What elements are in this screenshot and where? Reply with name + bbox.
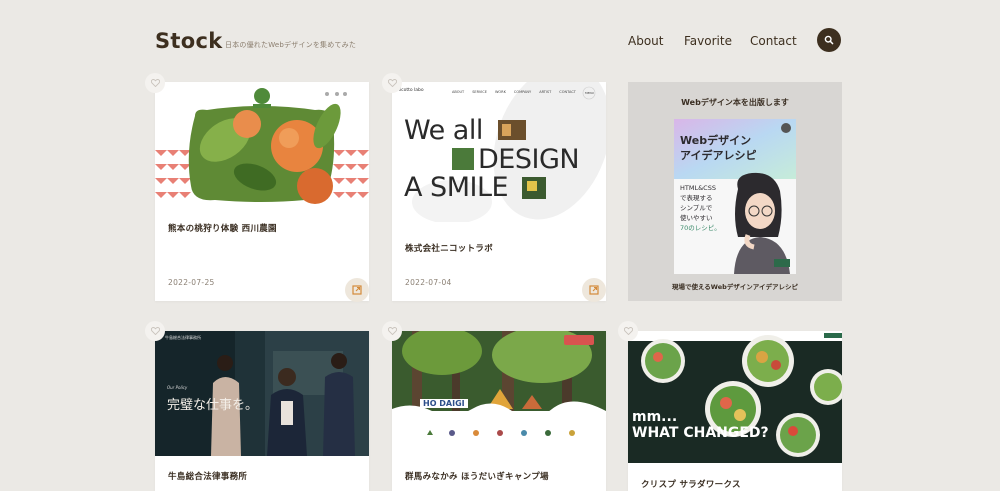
heart-icon <box>623 327 633 335</box>
work-card[interactable]: nicotto labo ABOUT SERVICE WORK COMPANY … <box>392 82 606 302</box>
heart-icon <box>387 327 397 335</box>
promo-footer: 現場で使えるWebデザインアイデアレシピ <box>672 283 798 291</box>
hero-subtext: Our Policy <box>167 385 188 390</box>
external-link-icon <box>352 285 362 295</box>
book-subtitle: 使いやすい <box>680 214 713 222</box>
site-nav-item: ARTIST <box>539 90 552 94</box>
site-logo-text: 牛島総合法律事務所 <box>165 335 201 340</box>
book-subtitle: シンプルで <box>680 204 713 212</box>
heart-icon <box>387 79 397 87</box>
promo-heading: Webデザイン本を出版します <box>681 98 789 107</box>
site-nav-item: ABOUT <box>452 90 465 94</box>
nav-contact[interactable]: Contact <box>750 34 797 48</box>
favorite-button[interactable] <box>382 321 402 341</box>
heart-icon <box>150 327 160 335</box>
hero-text: WHAT CHANGED? <box>632 425 769 441</box>
favorite-button[interactable] <box>145 321 165 341</box>
favorite-button[interactable] <box>382 73 402 93</box>
site-menu: MENU <box>585 91 594 95</box>
work-card[interactable]: 牛島総合法律事務所 Our Policy 完璧な仕事を。 牛島総合法律事務所 <box>155 331 369 491</box>
card-title[interactable]: 群馬みなかみ ほうだいぎキャンプ場 <box>405 470 549 482</box>
work-card[interactable]: 熊本の桃狩り体験 西川農園 2022-07-25 <box>155 82 369 302</box>
site-logo[interactable]: Stock <box>155 29 223 53</box>
card-date: 2022-07-25 <box>168 278 215 287</box>
book-title: Webデザイン <box>680 134 752 147</box>
book-cover[interactable]: Webデザイン アイデアレシピ HTML&CSS で表現する シンプルで 使いや… <box>674 119 796 274</box>
site-tagline: 日本の優れたWebデザインを集めてみた <box>225 41 357 49</box>
favorite-button[interactable] <box>618 321 638 341</box>
hero-line: A SMILE <box>404 172 509 203</box>
hero-text: 完璧な仕事を。 <box>167 398 259 413</box>
work-card[interactable]: mm... WHAT CHANGED? クリスプ サラダワークス <box>628 331 842 491</box>
external-link-button[interactable] <box>582 278 606 302</box>
nav-favorite[interactable]: Favorite <box>684 34 732 48</box>
search-button[interactable] <box>817 28 841 52</box>
card-title[interactable]: 熊本の桃狩り体験 西川農園 <box>168 222 277 234</box>
external-link-icon <box>589 285 599 295</box>
card-thumbnail <box>155 82 369 207</box>
heart-icon <box>150 79 160 87</box>
card-date: 2022-07-04 <box>405 278 452 287</box>
hero-line: DESIGN <box>478 144 580 175</box>
card-thumbnail: mm... WHAT CHANGED? <box>628 331 842 463</box>
book-promo[interactable]: Webデザイン本を出版します Webデザイン アイデアレシピ HTML&CSS … <box>628 82 842 301</box>
card-thumbnail: HO DAIGI <box>392 331 606 456</box>
work-card[interactable]: HO DAIGI 群馬みなかみ ほうだいぎキャンプ場 <box>392 331 606 491</box>
book-subtitle: で表現する <box>680 194 713 202</box>
external-link-button[interactable] <box>345 278 369 302</box>
search-icon <box>824 35 834 45</box>
site-logo-text: HO DAIGI <box>420 399 468 408</box>
site-logo-text: nicotto labo <box>397 88 424 93</box>
card-thumbnail: 牛島総合法律事務所 Our Policy 完璧な仕事を。 <box>155 331 369 456</box>
site-nav-item: CONTACT <box>559 90 576 94</box>
hero-text: mm... <box>632 409 678 425</box>
card-title[interactable]: 牛島総合法律事務所 <box>168 470 247 482</box>
book-title: アイデアレシピ <box>680 149 757 162</box>
nav-about[interactable]: About <box>628 34 663 48</box>
card-title[interactable]: 株式会社ニコットラボ <box>405 242 493 254</box>
card-thumbnail: nicotto labo ABOUT SERVICE WORK COMPANY … <box>392 82 606 222</box>
book-subtitle: 70のレシピ。 <box>680 224 721 232</box>
favorite-button[interactable] <box>145 73 165 93</box>
site-nav-item: SERVICE <box>472 90 487 94</box>
site-nav-item: WORK <box>494 90 506 94</box>
card-title[interactable]: クリスプ サラダワークス <box>641 478 741 490</box>
book-subtitle: HTML&CSS <box>680 184 716 192</box>
site-nav-item: COMPANY <box>513 90 532 94</box>
hero-line: We all <box>404 115 483 146</box>
site-header: Stock 日本の優れたWebデザインを集めてみた About Favorite… <box>0 0 1000 80</box>
